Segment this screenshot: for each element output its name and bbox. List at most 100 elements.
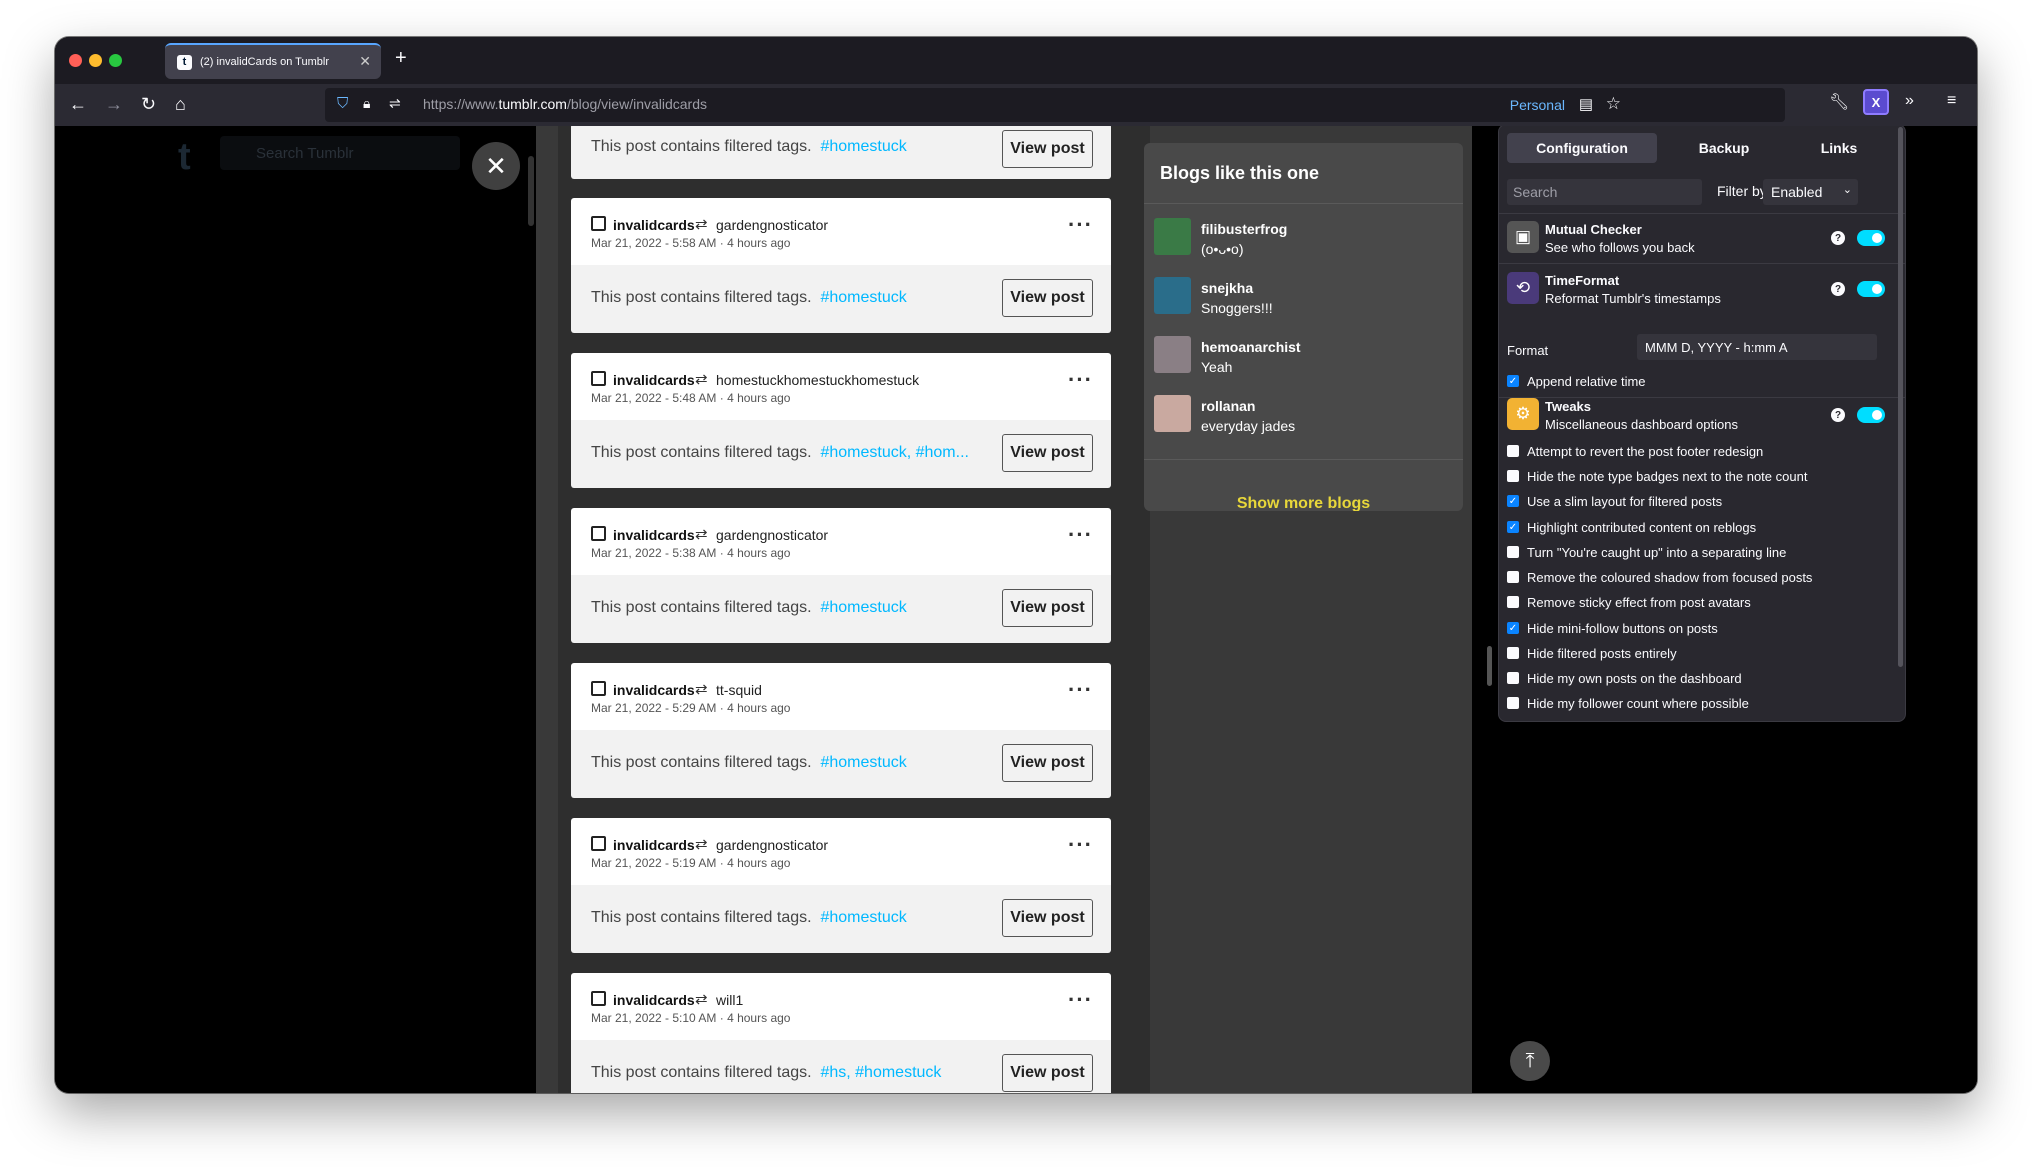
reblogged-from[interactable]: gardengnosticator	[716, 527, 828, 543]
permissions-icon[interactable]: ⇌	[389, 95, 401, 112]
format-input[interactable]: MMM D, YYYY - h:mm A	[1637, 334, 1877, 360]
post-tags[interactable]: #homestuck	[820, 289, 906, 306]
post-tags[interactable]: #homestuck	[820, 599, 906, 616]
reblogged-from[interactable]: gardengnosticator	[716, 217, 828, 233]
tweak-checkbox[interactable]: Hide filtered posts entirely	[1507, 644, 1677, 662]
checkbox-icon[interactable]	[1507, 571, 1519, 583]
more-options-icon[interactable]: ···	[1068, 367, 1093, 393]
show-more-blogs-button[interactable]: Show more blogs	[1144, 495, 1463, 511]
view-post-button[interactable]: View post	[1002, 434, 1093, 472]
tab-close-icon[interactable]: ✕	[359, 53, 371, 70]
feature-search-input[interactable]: Search	[1507, 179, 1702, 205]
post-date[interactable]: Mar 21, 2022 - 5:19 AM	[591, 856, 716, 870]
tweak-checkbox[interactable]: Hide my own posts on the dashboard	[1507, 669, 1742, 687]
more-options-icon[interactable]: ···	[1068, 522, 1093, 548]
browser-tab[interactable]: t (2) invalidCards on Tumblr ✕	[165, 43, 381, 79]
blog-name[interactable]: snejkha	[1201, 280, 1253, 296]
blog-recommendation[interactable]: snejkha Snoggers!!!	[1154, 277, 1444, 319]
checkmark-icon[interactable]: ✓	[1507, 521, 1519, 533]
reblogged-from[interactable]: homestuckhomestuckhomestuck	[716, 372, 919, 388]
view-post-button[interactable]: View post	[1002, 744, 1093, 782]
url-bar[interactable]: ⛉ 🔒︎ ⇌ https://www.tumblr.com/blog/view/…	[325, 88, 1785, 122]
tweak-checkbox[interactable]: Hide my follower count where possible	[1507, 694, 1749, 712]
more-options-icon[interactable]: ···	[1068, 832, 1093, 858]
hamburger-menu-icon[interactable]: ≡	[1947, 92, 1956, 110]
close-drawer-button[interactable]: ✕	[472, 142, 520, 190]
post-date[interactable]: Mar 21, 2022 - 5:48 AM	[591, 391, 716, 405]
reblogged-from[interactable]: will1	[716, 992, 743, 1008]
feature-tweaks[interactable]: ⚙ Tweaks Miscellaneous dashboard options…	[1507, 394, 1902, 434]
url-text[interactable]: https://www.tumblr.com/blog/view/invalid…	[423, 96, 707, 112]
post-author[interactable]: invalidcards	[613, 217, 695, 233]
new-tab-button[interactable]: +	[395, 47, 407, 70]
avatar[interactable]	[591, 836, 606, 851]
view-post-button[interactable]: View post	[1002, 130, 1093, 168]
blog-recommendation[interactable]: hemoanarchist Yeah	[1154, 336, 1444, 378]
more-options-icon[interactable]: ···	[1068, 987, 1093, 1013]
scroll-to-top-button[interactable]: ⤒	[1510, 1041, 1550, 1081]
reload-icon[interactable]: ↻	[141, 92, 156, 116]
tweak-checkbox[interactable]: ✓ Use a slim layout for filtered posts	[1507, 492, 1722, 510]
tweak-checkbox[interactable]: Remove the coloured shadow from focused …	[1507, 568, 1812, 586]
tumblr-search-input[interactable]: Search Tumblr	[220, 136, 460, 170]
feature-toggle[interactable]	[1857, 230, 1885, 246]
tab-backup[interactable]: Backup	[1674, 133, 1774, 163]
tweak-checkbox[interactable]: Hide the note type badges next to the no…	[1507, 467, 1807, 485]
avatar[interactable]	[1154, 395, 1191, 432]
drawer-scrollbar[interactable]	[1487, 646, 1492, 686]
avatar[interactable]	[1154, 277, 1191, 314]
more-options-icon[interactable]: ···	[1068, 212, 1093, 238]
avatar[interactable]	[591, 681, 606, 696]
feature-toggle[interactable]	[1857, 407, 1885, 423]
zoom-window-button[interactable]	[109, 54, 122, 67]
checkbox-icon[interactable]	[1507, 697, 1519, 709]
checkmark-icon[interactable]: ✓	[1507, 375, 1519, 387]
avatar[interactable]	[591, 526, 606, 541]
tab-links[interactable]: Links	[1789, 133, 1889, 163]
container-label[interactable]: Personal	[1510, 97, 1565, 113]
blog-name[interactable]: filibusterfrog	[1201, 221, 1287, 237]
checkmark-icon[interactable]: ✓	[1507, 622, 1519, 634]
feature-timeformat[interactable]: ⟲ TimeFormat Reformat Tumblr's timestamp…	[1507, 268, 1902, 308]
reader-view-icon[interactable]: ▤	[1579, 95, 1593, 113]
minimize-window-button[interactable]	[89, 54, 102, 67]
post-tags[interactable]: #hs, #homestuck	[820, 1064, 941, 1081]
avatar[interactable]	[591, 371, 606, 386]
avatar[interactable]	[591, 991, 606, 1006]
tweak-checkbox[interactable]: Remove sticky effect from post avatars	[1507, 593, 1751, 611]
post-tags[interactable]: #homestuck	[820, 754, 906, 771]
reblogged-from[interactable]: gardengnosticator	[716, 837, 828, 853]
post-date[interactable]: Mar 21, 2022 - 5:38 AM	[591, 546, 716, 560]
tweak-checkbox[interactable]: Attempt to revert the post footer redesi…	[1507, 442, 1763, 460]
view-post-button[interactable]: View post	[1002, 279, 1093, 317]
post-date[interactable]: Mar 21, 2022 - 5:29 AM	[591, 701, 716, 715]
post-tags[interactable]: #homestuck	[820, 138, 906, 155]
post-author[interactable]: invalidcards	[613, 527, 695, 543]
tweak-checkbox[interactable]: ✓ Hide mini-follow buttons on posts	[1507, 619, 1718, 637]
post-date[interactable]: Mar 21, 2022 - 5:10 AM	[591, 1011, 716, 1025]
help-icon[interactable]: ?	[1831, 231, 1845, 245]
tweak-checkbox[interactable]: ✓ Highlight contributed content on reblog…	[1507, 518, 1756, 536]
checkbox-icon[interactable]	[1507, 672, 1519, 684]
feature-toggle[interactable]	[1857, 281, 1885, 297]
filter-select[interactable]: Enabled ⌄	[1763, 179, 1858, 205]
post-date[interactable]: Mar 21, 2022 - 5:58 AM	[591, 236, 716, 250]
overflow-menu-icon[interactable]: »	[1905, 92, 1914, 110]
post-author[interactable]: invalidcards	[613, 682, 695, 698]
post-author[interactable]: invalidcards	[613, 992, 695, 1008]
post-tags[interactable]: #homestuck	[820, 909, 906, 926]
checkbox-icon[interactable]	[1507, 596, 1519, 608]
tweak-checkbox[interactable]: Turn "You're caught up" into a separatin…	[1507, 543, 1786, 561]
lock-icon[interactable]: 🔒︎	[363, 95, 370, 112]
feature-mutual-checker[interactable]: ▣ Mutual Checker See who follows you bac…	[1507, 217, 1902, 257]
popup-scrollbar[interactable]	[1898, 127, 1903, 667]
checkbox-icon[interactable]	[1507, 445, 1519, 457]
back-icon[interactable]: ←	[69, 92, 87, 116]
checkmark-icon[interactable]: ✓	[1507, 495, 1519, 507]
forward-icon[interactable]: →	[105, 92, 123, 116]
append-relative-time-checkbox[interactable]: ✓ Append relative time	[1507, 372, 1646, 390]
home-icon[interactable]: ⌂	[175, 92, 186, 116]
checkbox-icon[interactable]	[1507, 470, 1519, 482]
close-window-button[interactable]	[69, 54, 82, 67]
post-tags[interactable]: #homestuck, #hom...	[820, 444, 969, 461]
